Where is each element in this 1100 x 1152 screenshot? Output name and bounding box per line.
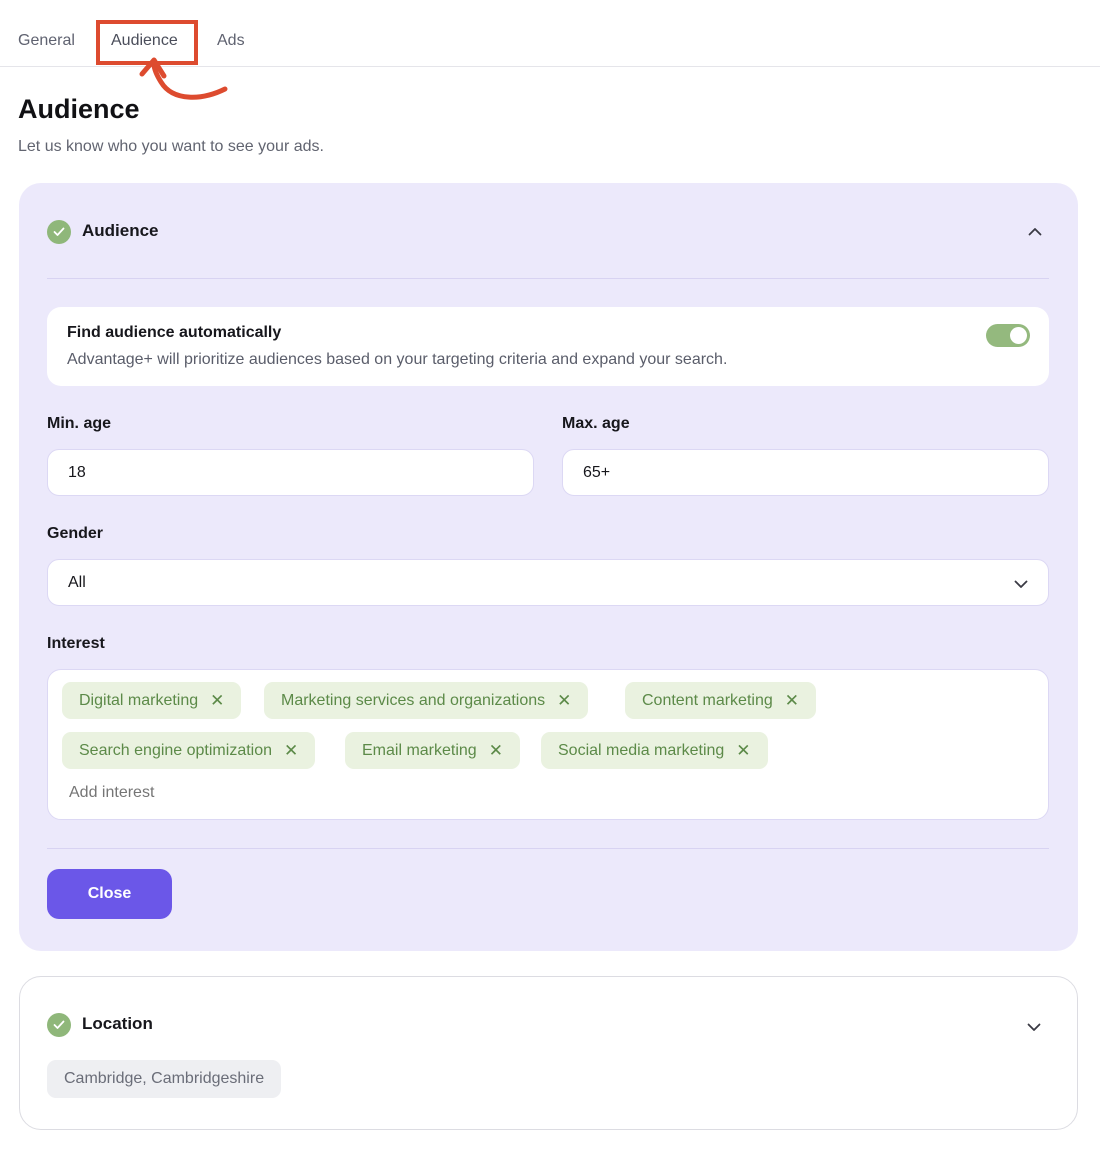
interest-tag: Social media marketing ✕ <box>541 732 768 769</box>
interest-tag-label: Email marketing <box>362 741 477 759</box>
divider <box>47 848 1049 849</box>
remove-tag-icon[interactable]: ✕ <box>736 741 750 761</box>
min-age-input[interactable]: 18 <box>47 449 534 496</box>
tab-ads[interactable]: Ads <box>217 32 245 50</box>
interest-tag: Content marketing ✕ <box>625 682 816 719</box>
location-panel: Location Cambridge, Cambridgeshire <box>19 976 1078 1130</box>
chevron-down-icon <box>1014 576 1028 594</box>
interest-tag-label: Content marketing <box>642 691 773 709</box>
interest-tag-label: Search engine optimization <box>79 741 273 759</box>
interest-tag-label: Social media marketing <box>558 741 725 759</box>
chevron-down-icon[interactable] <box>1027 1019 1041 1037</box>
interest-tag: Marketing services and organizations ✕ <box>264 682 589 719</box>
interest-tag: Email marketing ✕ <box>345 732 520 769</box>
remove-tag-icon[interactable]: ✕ <box>284 741 298 761</box>
audience-panel-title: Audience <box>82 221 159 240</box>
page-title: Audience <box>18 94 140 124</box>
interest-tag-label: Digital marketing <box>79 691 199 709</box>
interest-input-box[interactable]: Digital marketing ✕ Marketing services an… <box>47 669 1049 820</box>
tab-audience[interactable]: Audience <box>111 32 178 50</box>
interest-tag: Digital marketing ✕ <box>62 682 242 719</box>
max-age-input[interactable]: 65+ <box>562 449 1049 496</box>
page-subtitle: Let us know who you want to see your ads… <box>18 138 324 155</box>
check-icon <box>47 220 71 244</box>
close-button[interactable]: Close <box>47 869 172 919</box>
toggle-knob <box>1010 327 1027 344</box>
auto-audience-toggle[interactable] <box>986 324 1030 347</box>
audience-panel: Audience Find audience automatically Adv… <box>19 183 1078 951</box>
tab-general[interactable]: General <box>18 32 75 50</box>
location-chip: Cambridge, Cambridgeshire <box>47 1060 282 1098</box>
interest-tag: Search engine optimization ✕ <box>62 732 316 769</box>
gender-label: Gender <box>47 525 104 542</box>
remove-tag-icon[interactable]: ✕ <box>489 741 503 761</box>
tab-bar: General Audience Ads <box>0 0 1100 67</box>
chevron-up-icon[interactable] <box>1028 223 1042 241</box>
min-age-label: Min. age <box>47 415 112 432</box>
gender-value: All <box>68 574 86 591</box>
gender-select[interactable]: All <box>47 559 1049 606</box>
auto-audience-title: Find audience automatically <box>67 324 282 341</box>
interest-tag-label: Marketing services and organizations <box>281 691 546 709</box>
remove-tag-icon[interactable]: ✕ <box>210 691 224 711</box>
auto-audience-card: Find audience automatically Advantage+ w… <box>47 307 1049 386</box>
auto-audience-description: Advantage+ will prioritize audiences bas… <box>67 351 728 368</box>
location-panel-title: Location <box>82 1014 153 1033</box>
add-interest-input[interactable] <box>69 784 469 802</box>
remove-tag-icon[interactable]: ✕ <box>557 691 571 711</box>
check-icon <box>47 1013 71 1037</box>
divider <box>47 278 1049 279</box>
max-age-label: Max. age <box>562 415 630 432</box>
remove-tag-icon[interactable]: ✕ <box>785 691 799 711</box>
interest-label: Interest <box>47 635 105 652</box>
